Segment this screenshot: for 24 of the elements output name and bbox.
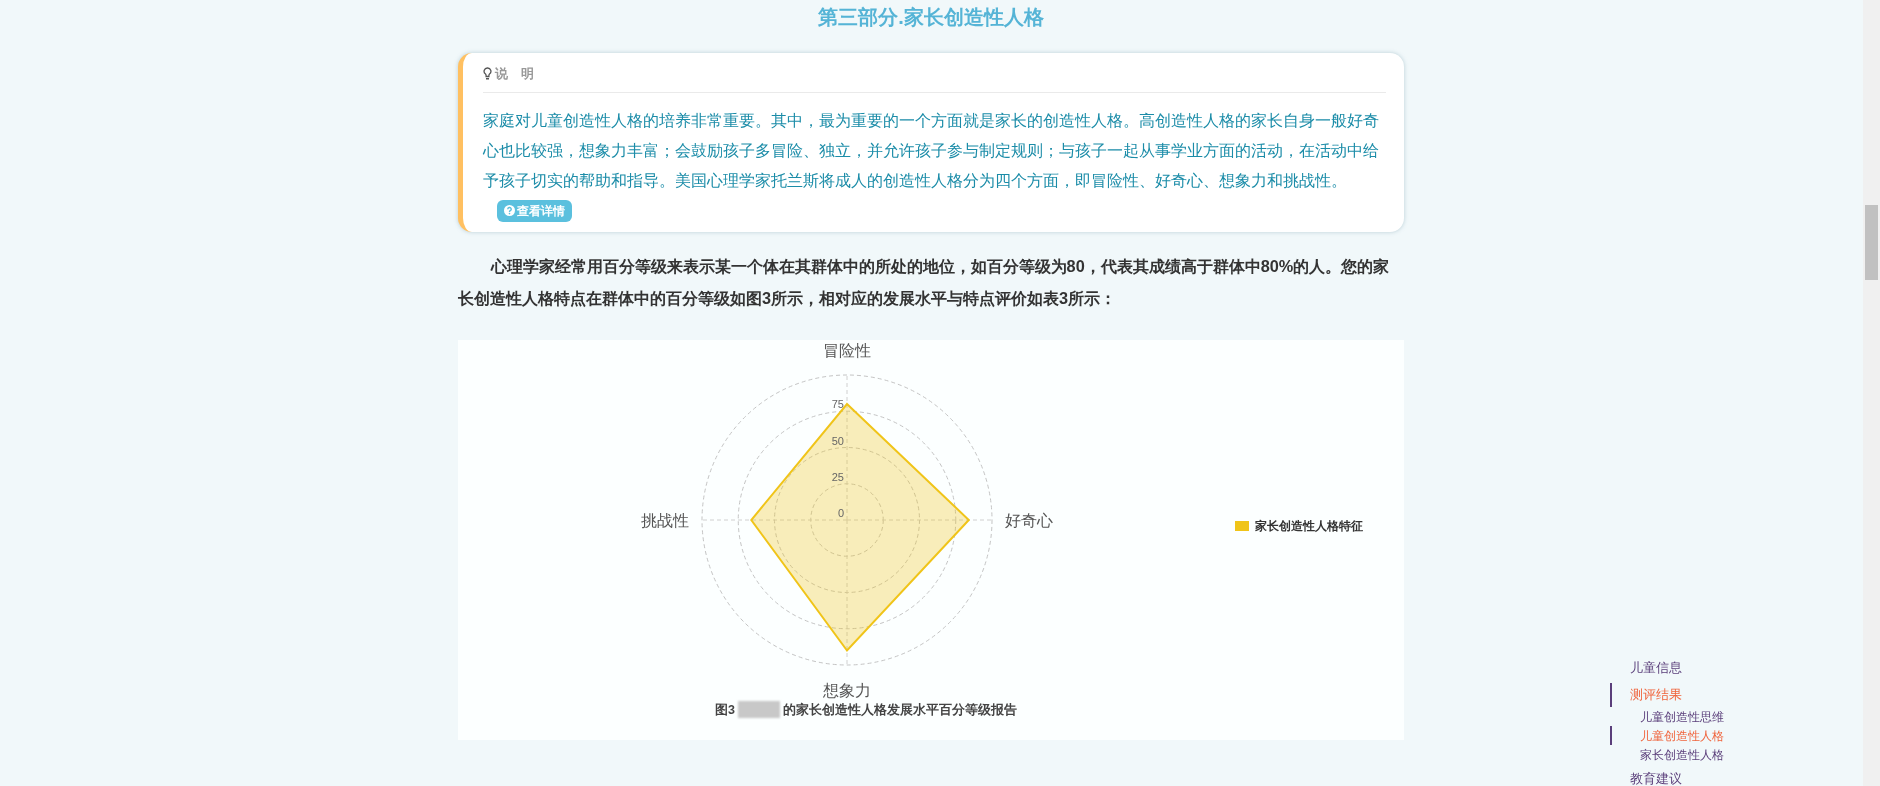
- axis-tick-label: 75: [831, 397, 844, 410]
- nav-subitem[interactable]: 儿童创造性思维: [1610, 707, 1724, 726]
- nav-item[interactable]: 教育建议: [1610, 767, 1724, 786]
- axis-tick-label: 25: [831, 470, 844, 483]
- axis-category-label: 冒险性: [823, 341, 871, 359]
- help-icon: [504, 205, 515, 216]
- scrollbar[interactable]: [1863, 0, 1880, 786]
- nav-item[interactable]: 儿童信息: [1610, 656, 1724, 680]
- intro-paragraph: 心理学家经常用百分等级来表示某一个体在其群体中的所处的地位，如百分等级为80，代表其成绩高于群体中80%的人。您的家长创造性人格特点在群体中的百分等级如图3所示，相对应的发展水平与特点评价如表3所示：: [458, 255, 1391, 309]
- axis-tick-label: 0: [837, 506, 844, 519]
- redacted-name: [737, 701, 780, 719]
- axis-category-label: 好奇心: [1005, 511, 1054, 529]
- note-label: 说 明: [495, 65, 534, 83]
- legend-label: 家长创造性人格特征: [1255, 517, 1363, 535]
- caption-text: 图3: [715, 701, 735, 719]
- caption-text: 的家长创造性人格发展水平百分等级报告: [782, 701, 1017, 719]
- axis-category-label: 挑战性: [640, 511, 689, 529]
- note-text: 家庭对儿童创造性人格的培养非常重要。其中，最为重要的一个方面就是家长的创造性人格。高创造性人格的家长自身一般好奇心也比较强，想象力丰富；会鼓励孩子多冒险、独立，并允许孩子参与制定规则；与孩子一起从事学业方面的活动，在活动中给予孩子切实的帮助和指导。美国心理学家托兰斯将成人的创造性人格分为四个方面，即冒险性、好奇心、想象力和挑战性。: [483, 110, 1380, 191]
- nav-subitem[interactable]: 家长创造性人格: [1610, 745, 1724, 764]
- axis-category-label: 想象力: [823, 681, 871, 699]
- axis-tick-label: 50: [831, 434, 844, 446]
- section-title: 第三部分.家长创造性人格: [817, 5, 1045, 30]
- scrollbar-thumb[interactable]: [1865, 205, 1878, 280]
- lightbulb-icon: [483, 67, 492, 81]
